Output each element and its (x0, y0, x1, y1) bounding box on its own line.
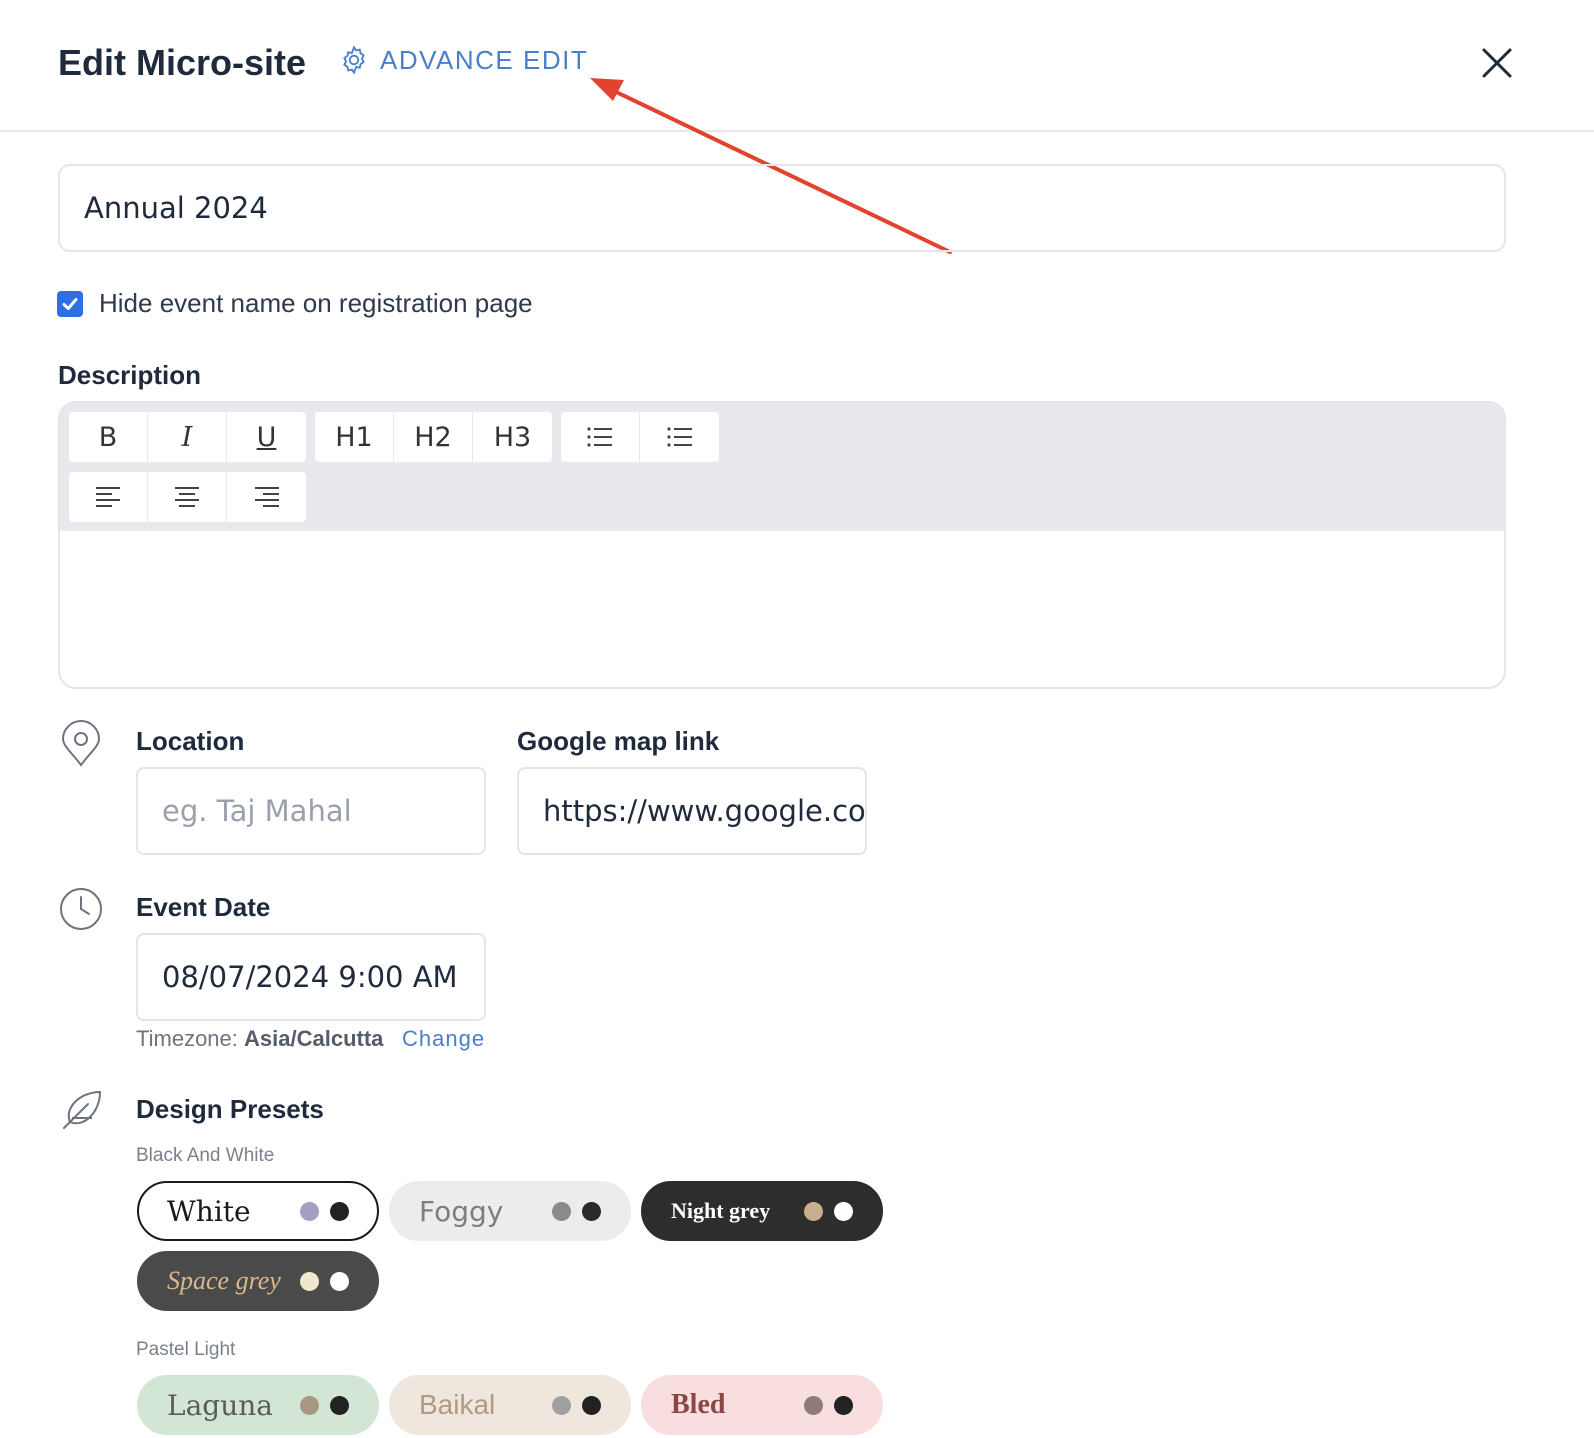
color-swatch (300, 1271, 319, 1291)
align-center-button[interactable] (148, 472, 227, 522)
align-right-icon (254, 487, 279, 507)
clock-icon (60, 888, 102, 930)
preset-name: Bled (671, 1389, 726, 1420)
advance-edit-button[interactable]: ADVANCE EDIT (338, 44, 588, 76)
preset-name: Baikal (419, 1389, 496, 1420)
color-swatch (300, 1201, 319, 1221)
color-swatch (834, 1201, 853, 1221)
google-map-input[interactable]: https://www.google.co (517, 767, 867, 855)
preset-laguna[interactable]: Laguna (137, 1375, 379, 1435)
preset-name: Foggy (419, 1194, 504, 1228)
hide-name-checkbox[interactable] (57, 290, 83, 317)
align-left-button[interactable] (69, 472, 148, 522)
numbered-list-button[interactable] (640, 412, 719, 462)
modal-header: Edit Micro-site ADVANCE EDIT (0, 0, 1594, 132)
preset-name: Laguna (167, 1388, 273, 1422)
hide-name-row[interactable]: Hide event name on registration page (57, 288, 533, 319)
gear-icon (343, 45, 365, 75)
list-group (561, 412, 719, 462)
color-swatch (804, 1201, 823, 1221)
numbered-list-icon (666, 427, 692, 447)
hide-name-label: Hide event name on registration page (99, 288, 533, 318)
heading-group: H1 H2 H3 (315, 412, 552, 462)
preset-name: Night grey (671, 1198, 771, 1223)
bullet-list-icon (587, 427, 612, 447)
timezone-change-link[interactable]: Change (402, 1026, 485, 1052)
preset-name: White (167, 1194, 251, 1228)
description-label: Description (58, 360, 202, 390)
italic-button[interactable]: I (148, 412, 227, 462)
event-name-input[interactable]: Annual 2024 (58, 164, 1506, 252)
advance-edit-label: ADVANCE EDIT (380, 44, 589, 75)
event-date-input[interactable]: 08/07/2024 9:00 AM (136, 933, 486, 1021)
bullet-list-button[interactable] (561, 412, 640, 462)
preset-white[interactable]: White (137, 1181, 379, 1241)
preset-group-label: Black And White (136, 1145, 275, 1166)
underline-button[interactable]: U (227, 412, 306, 462)
color-swatch (582, 1395, 601, 1415)
timezone-value: Asia/Calcutta (244, 1026, 384, 1051)
editor-toolbar: B I U H1 H2 H3 (60, 403, 1504, 531)
h3-button[interactable]: H3 (473, 412, 552, 462)
preset-foggy[interactable]: Foggy (389, 1181, 631, 1241)
align-group (69, 472, 306, 522)
preset-name: Space grey (167, 1266, 281, 1295)
align-left-icon (96, 487, 120, 507)
color-swatch (300, 1395, 319, 1415)
preset-night-grey[interactable]: Night grey (641, 1181, 883, 1241)
color-swatch (834, 1395, 853, 1415)
format-group: B I U (69, 412, 306, 462)
description-editor[interactable]: B I U H1 H2 H3 (58, 401, 1506, 689)
preset-bled[interactable]: Bled (641, 1375, 883, 1435)
color-swatch (582, 1201, 601, 1221)
location-label: Location (136, 726, 245, 756)
h1-button[interactable]: H1 (315, 412, 394, 462)
preset-baikal[interactable]: Baikal (389, 1375, 631, 1435)
h2-button[interactable]: H2 (394, 412, 473, 462)
color-swatch (552, 1395, 571, 1415)
bold-button[interactable]: B (69, 412, 148, 462)
color-swatch (330, 1395, 349, 1415)
align-right-button[interactable] (227, 472, 306, 522)
close-icon[interactable] (1476, 42, 1518, 84)
timezone-text: Timezone: Asia/Calcutta (136, 1026, 384, 1051)
preset-space-grey[interactable]: Space grey (137, 1251, 379, 1311)
page-title: Edit Micro-site (58, 42, 307, 83)
design-presets-label: Design Presets (136, 1094, 324, 1124)
location-pin-icon (61, 720, 101, 767)
location-input[interactable]: eg. Taj Mahal (136, 767, 486, 855)
color-swatch (552, 1201, 571, 1221)
color-swatch (804, 1395, 823, 1415)
event-date-label: Event Date (136, 892, 271, 922)
checkmark-icon (62, 297, 78, 310)
feather-icon (63, 1091, 101, 1129)
color-swatch (330, 1271, 349, 1291)
preset-group-label: Pastel Light (136, 1339, 236, 1360)
google-map-label: Google map link (517, 726, 720, 756)
align-center-icon (175, 487, 199, 507)
color-swatch (330, 1201, 349, 1221)
